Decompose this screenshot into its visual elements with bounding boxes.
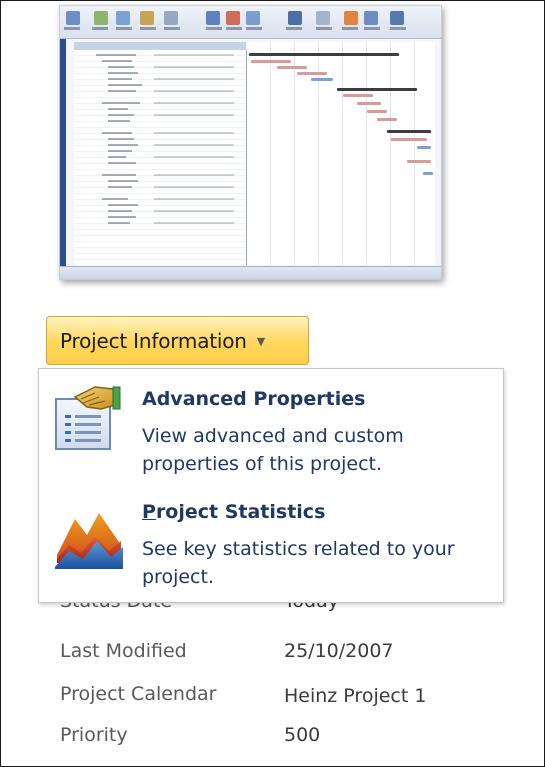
property-value-priority[interactable]: 500 [284, 724, 320, 746]
thumbnail-ribbon [60, 6, 441, 39]
project-information-button[interactable]: Project Information ▼ [46, 316, 309, 365]
thumbnail-status-bar [60, 266, 441, 279]
property-label-last-modified: Last Modified [60, 640, 187, 662]
advanced-properties-title: Advanced Properties [142, 388, 366, 410]
thumbnail-grid-header [74, 42, 246, 50]
project-information-label: Project Information [60, 328, 247, 353]
property-value-project-calendar[interactable]: Heinz Project 1 [284, 685, 426, 707]
property-value-last-modified: 25/10/2007 [284, 640, 394, 662]
thumbnail-task-grid [74, 50, 247, 265]
project-preview-thumbnail [59, 5, 442, 280]
project-statistics-title: Project Statistics [142, 501, 326, 523]
property-label-priority: Priority [60, 724, 128, 746]
project-statistics-icon [53, 501, 125, 577]
menu-item-project-statistics[interactable]: Project Statistics See key statistics re… [39, 489, 503, 603]
backstage-info-panel: Project Information ▼ Status Date Today … [0, 0, 545, 767]
project-information-menu: Advanced Properties View advanced and cu… [38, 368, 504, 603]
project-statistics-description: See key statistics related to your proje… [142, 538, 455, 588]
dropdown-arrow-icon: ▼ [256, 335, 266, 348]
advanced-properties-description: View advanced and custom properties of t… [142, 425, 404, 475]
advanced-properties-icon [53, 385, 123, 457]
menu-item-advanced-properties[interactable]: Advanced Properties View advanced and cu… [39, 369, 503, 489]
thumbnail-gantt-chart [247, 42, 435, 265]
thumbnail-view-bar [60, 39, 66, 267]
property-label-project-calendar: Project Calendar [60, 683, 217, 705]
